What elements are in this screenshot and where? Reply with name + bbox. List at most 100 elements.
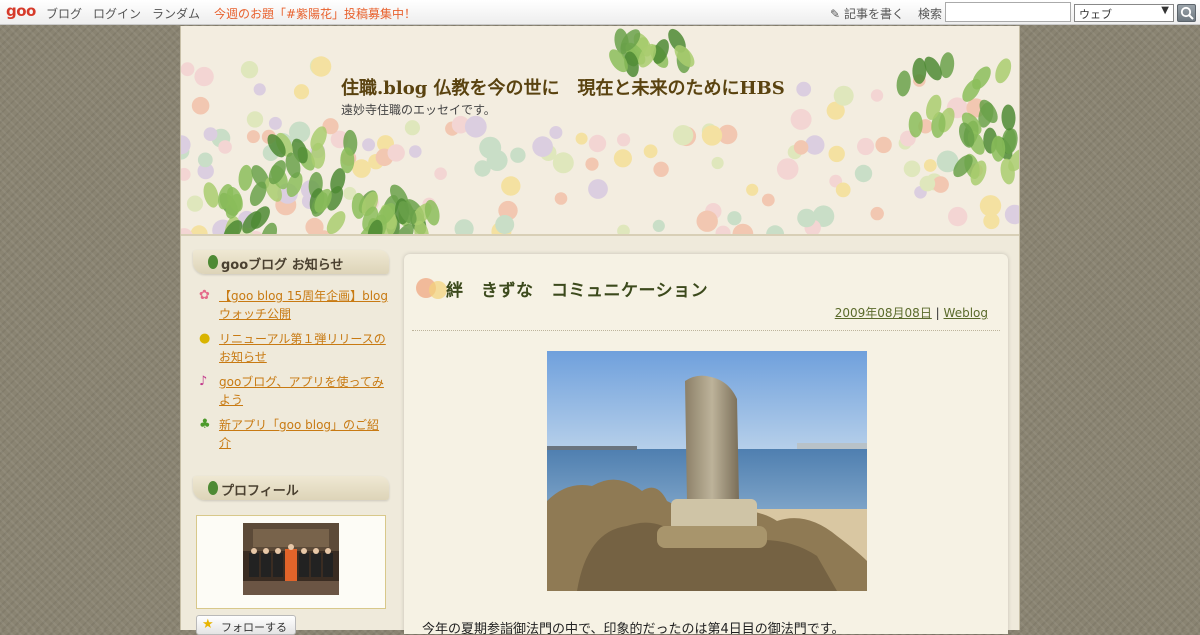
- search-scope-value: ウェブ: [1079, 8, 1112, 21]
- entry-body-text: 今年の夏期参詣御法門の中で、印象的だったのは第4日目の御法門です。: [422, 622, 845, 634]
- bokeh-dot: [181, 62, 195, 77]
- news-heading-label: gooブログ お知らせ: [221, 258, 344, 273]
- bokeh-dot: [1004, 204, 1019, 225]
- profile-heading: プロフィール: [193, 476, 389, 500]
- bokeh-dot: [833, 85, 854, 106]
- entry-category-link[interactable]: Weblog: [944, 306, 988, 320]
- bokeh-dot: [797, 208, 816, 228]
- bokeh-dot: [422, 235, 434, 236]
- bokeh-dot: [870, 89, 884, 102]
- bokeh-dot: [387, 144, 405, 162]
- leaf-shape: [238, 164, 253, 191]
- bokeh-dot: [293, 84, 310, 100]
- bokeh-dot: [793, 140, 809, 155]
- bokeh-dot: [495, 215, 515, 234]
- bokeh-dot: [652, 219, 665, 232]
- goo-logo[interactable]: goo: [6, 2, 36, 20]
- clover-icon: ♣: [199, 417, 211, 432]
- bokeh-dot: [746, 183, 759, 196]
- pencil-icon: ✎: [830, 7, 841, 21]
- nav-blog-link[interactable]: ブログ: [46, 5, 82, 22]
- bokeh-dot: [409, 145, 422, 158]
- bokeh-dot: [796, 81, 812, 97]
- nav-random-link[interactable]: ランダム: [152, 5, 200, 22]
- bokeh-dot: [776, 158, 799, 180]
- bokeh-dot: [246, 130, 260, 144]
- bokeh-dot: [948, 206, 968, 227]
- leaf-shape: [896, 70, 911, 97]
- search-scope-select[interactable]: ウェブ ▼: [1074, 4, 1174, 22]
- bokeh-dot: [588, 134, 607, 153]
- bokeh-dot: [510, 147, 526, 163]
- search-label: 検索: [918, 7, 943, 21]
- blog-title[interactable]: 住職.blog 仏教を今の世に 現在と未来のためにHBS: [341, 74, 785, 100]
- bokeh-dot: [190, 225, 208, 234]
- bokeh-dot: [653, 161, 669, 177]
- nav-login-link[interactable]: ログイン: [93, 5, 141, 22]
- news-link[interactable]: 新アプリ「goo blog」のご紹介: [219, 416, 389, 452]
- bokeh-dot: [903, 160, 921, 178]
- bokeh-dot: [613, 149, 632, 168]
- bokeh-dot: [828, 145, 845, 163]
- bokeh-dot: [790, 108, 812, 130]
- follow-button[interactable]: ★ フォローする: [196, 615, 296, 635]
- blog-container: 住職.blog 仏教を今の世に 現在と未来のためにHBS 遠妙寺住職のエッセイで…: [180, 26, 1020, 635]
- bokeh-dot: [289, 121, 311, 143]
- entry-title[interactable]: 絆 きずな コミュニケーション: [446, 276, 708, 301]
- bokeh-dot: [268, 116, 282, 130]
- blog-subtitle: 遠妙寺住職のエッセイです。: [341, 103, 496, 117]
- news-heading: gooブログ お知らせ: [193, 250, 389, 274]
- bokeh-dot: [766, 225, 785, 234]
- news-link[interactable]: リニューアル第１弾リリースのお知らせ: [219, 330, 389, 366]
- bokeh-dot: [588, 179, 608, 199]
- search-button[interactable]: [1177, 4, 1196, 22]
- bokeh-dot: [857, 137, 875, 156]
- bokeh-dot: [979, 195, 1002, 217]
- bokeh-dot: [253, 83, 266, 96]
- bokeh-dot: [701, 125, 723, 146]
- bokeh-dot: [919, 175, 936, 192]
- follow-label: フォローする: [221, 621, 287, 634]
- search-input[interactable]: [945, 2, 1071, 22]
- leaf-icon: [208, 481, 218, 495]
- bokeh-dot: [854, 164, 873, 183]
- bokeh-dot: [575, 132, 588, 145]
- bokeh-dot: [197, 152, 213, 168]
- music-note-icon: ♪: [199, 374, 208, 389]
- entry-meta: 2009年08月08日 | Weblog: [835, 304, 988, 321]
- entry-photo[interactable]: [547, 351, 867, 591]
- bokeh-dot: [181, 167, 191, 181]
- bokeh-dot: [643, 144, 658, 159]
- news-link[interactable]: gooブログ、アプリを使ってみよう: [219, 373, 389, 409]
- entry-date-link[interactable]: 2009年08月08日: [835, 306, 932, 320]
- bokeh-dot: [479, 136, 502, 159]
- write-article-link[interactable]: ✎ 記事を書く: [830, 5, 904, 22]
- bokeh-dot: [305, 217, 324, 234]
- bokeh-dot: [532, 136, 553, 157]
- bokeh-dot: [501, 176, 521, 196]
- bokeh-dot: [194, 66, 214, 87]
- news-link[interactable]: 【goo blog 15周年企画】blogウォッチ公開: [219, 287, 389, 323]
- blog-header: 住職.blog 仏教を今の世に 現在と未来のためにHBS 遠妙寺住職のエッセイで…: [181, 26, 1019, 236]
- profile-photo[interactable]: [243, 523, 339, 595]
- leaf-shape: [203, 182, 219, 208]
- profile-box: [196, 515, 386, 609]
- bokeh-dot: [246, 111, 264, 128]
- leaf-shape: [908, 111, 923, 138]
- flower-icon: ✿: [199, 288, 210, 303]
- bokeh-dot: [732, 223, 754, 234]
- bokeh-dot: [549, 126, 563, 139]
- top-toolbar: goo ブログ ログイン ランダム 今週のお題「#紫陽花」投稿募集中！ ✎ 記事を…: [0, 0, 1200, 25]
- header-decoration: [181, 28, 1019, 236]
- bokeh-dot: [870, 206, 884, 221]
- bokeh-dot: [715, 225, 731, 234]
- bokeh-dot: [585, 157, 599, 171]
- bokeh-dot: [240, 61, 259, 79]
- bokeh-dot: [186, 195, 204, 212]
- weekly-topic-link[interactable]: 今週のお題「#紫陽花」投稿募集中！: [214, 5, 416, 22]
- bokeh-dot: [218, 140, 232, 154]
- bokeh-dot: [711, 156, 724, 170]
- blog-entry: 絆 きずな コミュニケーション 2009年08月08日 | Weblog 今年の…: [404, 254, 1008, 634]
- bokeh-dot: [181, 228, 193, 234]
- meta-separator: |: [935, 306, 940, 320]
